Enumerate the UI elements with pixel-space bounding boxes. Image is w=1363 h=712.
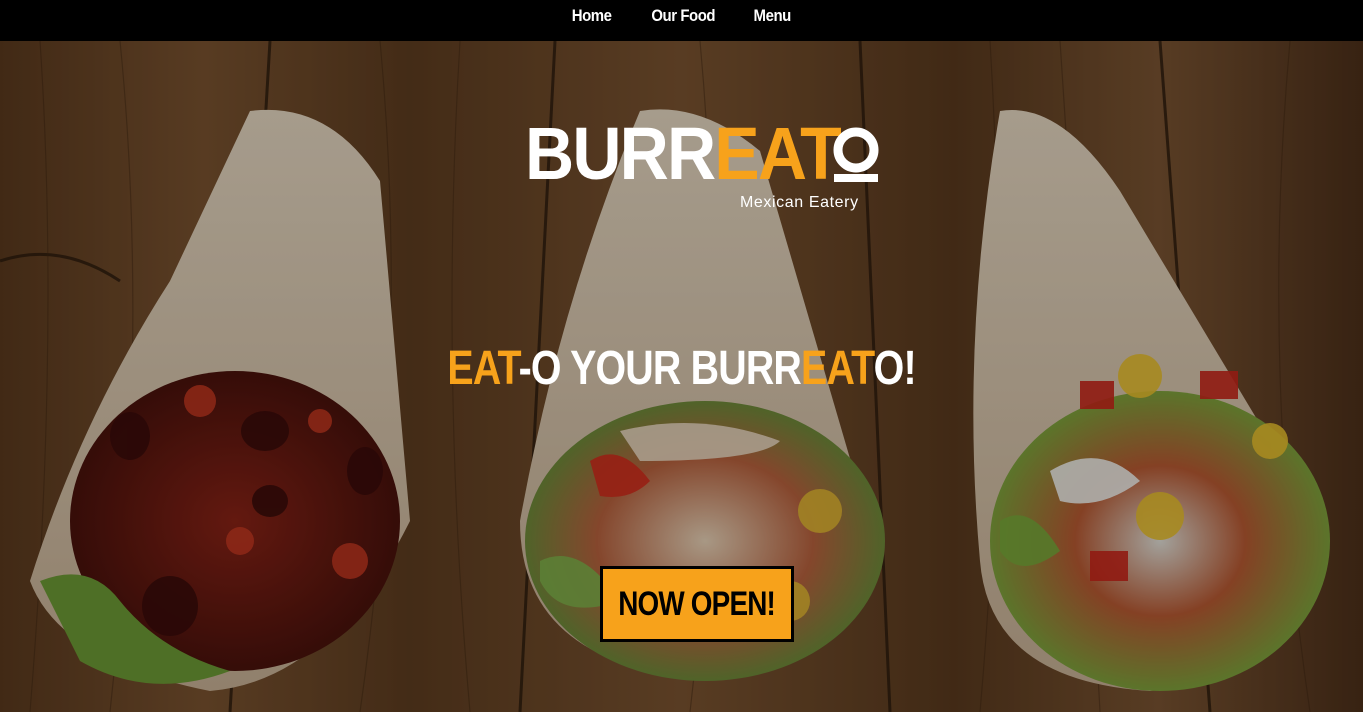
tagline-part-4: O! [873, 342, 917, 395]
brand-name-part-white: BURR [525, 112, 716, 195]
logo-o-mark-icon [833, 127, 879, 182]
nav-link-our-food[interactable]: Our Food [651, 6, 715, 26]
now-open-label: NOW OPEN! [618, 584, 777, 623]
top-navigation: Home Our Food Menu [0, 0, 1363, 41]
tagline-part-2: -O YOUR BURR [518, 342, 801, 395]
brand-logo[interactable]: BURREAT Mexican Eatery [525, 112, 879, 219]
nav-link-menu[interactable]: Menu [754, 6, 792, 26]
tagline-part-1: EAT [447, 342, 519, 395]
tagline-part-3: EAT [800, 342, 874, 395]
brand-wordmark: BURREAT [525, 112, 842, 195]
brand-subtitle: Mexican Eatery [740, 194, 859, 211]
hero-section: BURREAT Mexican Eatery EAT-O YOUR BURREA… [0, 41, 1363, 712]
nav-link-home[interactable]: Home [572, 6, 612, 26]
brand-name-part-orange: EAT [714, 112, 841, 195]
now-open-button[interactable]: NOW OPEN! [600, 566, 794, 642]
hero-tagline: EAT-O YOUR BURREATO! [0, 341, 1363, 396]
